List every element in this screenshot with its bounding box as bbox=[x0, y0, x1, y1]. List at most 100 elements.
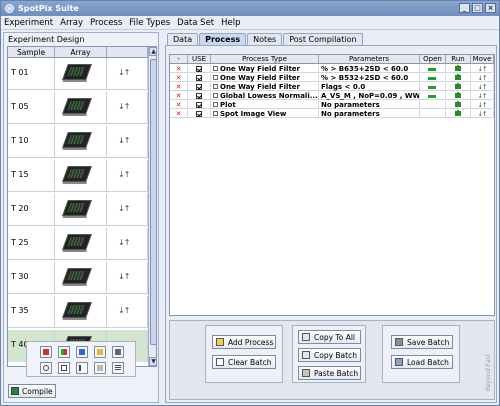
move-cell[interactable]: ↓↑ bbox=[107, 160, 148, 192]
use-checkbox[interactable] bbox=[196, 102, 202, 108]
paste-batch-button[interactable]: Paste Batch bbox=[298, 366, 361, 380]
close-icon[interactable]: × bbox=[485, 3, 496, 13]
scroll-down-icon[interactable]: ▼ bbox=[149, 357, 156, 366]
process-settings-icon[interactable] bbox=[213, 102, 218, 107]
copy-to-all-button[interactable]: Copy To All bbox=[298, 330, 361, 344]
use-checkbox[interactable] bbox=[196, 93, 202, 99]
grid-red-icon[interactable] bbox=[40, 346, 52, 358]
grid-blue-icon[interactable] bbox=[76, 346, 88, 358]
use-checkbox[interactable] bbox=[196, 75, 202, 81]
col-move[interactable] bbox=[107, 47, 148, 58]
process-type-cell[interactable]: Plot bbox=[211, 101, 319, 109]
array-cell[interactable] bbox=[55, 58, 107, 90]
process-row[interactable]: ✕ Global Lowess Normali... A_VS_M , NoP=0.… bbox=[170, 92, 494, 100]
parameters-cell[interactable]: % > B635+2SD < 60.0 bbox=[319, 65, 420, 73]
parameters-cell[interactable]: No parameters bbox=[319, 110, 420, 118]
copy-batch-button[interactable]: Copy Batch bbox=[298, 348, 361, 362]
sample-row[interactable]: T 10 ↓↑ bbox=[8, 126, 148, 158]
move-arrows-icon[interactable]: ↓↑ bbox=[118, 306, 130, 315]
add-process-button[interactable]: Add Process bbox=[212, 335, 276, 349]
move-arrows-icon[interactable]: ↓↑ bbox=[471, 65, 494, 73]
open-icon[interactable] bbox=[428, 95, 436, 98]
move-arrows-icon[interactable]: ↓↑ bbox=[118, 238, 130, 247]
move-arrows-icon[interactable]: ↓↑ bbox=[118, 170, 130, 179]
folder-icon[interactable] bbox=[94, 362, 106, 374]
use-checkbox-cell[interactable] bbox=[188, 83, 211, 91]
move-arrows-icon[interactable]: ↓↑ bbox=[471, 110, 494, 118]
array-chip-icon[interactable] bbox=[62, 200, 92, 216]
list-icon[interactable] bbox=[112, 362, 124, 374]
scroll-up-icon[interactable]: ▲ bbox=[149, 47, 156, 56]
move-cell[interactable]: ↓↑ bbox=[107, 194, 148, 226]
use-checkbox[interactable] bbox=[196, 111, 202, 117]
load-batch-button[interactable]: Load Batch bbox=[391, 355, 453, 369]
run-icon[interactable] bbox=[455, 92, 461, 98]
run-cell[interactable] bbox=[446, 92, 471, 100]
tab-post-compilation[interactable]: Post Compilation bbox=[283, 33, 363, 45]
col-sample[interactable]: Sample bbox=[8, 47, 55, 58]
open-cell[interactable] bbox=[420, 83, 446, 91]
sample-row[interactable]: T 35 ↓↑ bbox=[8, 296, 148, 328]
process-settings-icon[interactable] bbox=[213, 111, 218, 116]
array-cell[interactable] bbox=[55, 92, 107, 124]
move-arrows-icon[interactable]: ↓↑ bbox=[118, 136, 130, 145]
array-cell[interactable] bbox=[55, 228, 107, 260]
array-chip-icon[interactable] bbox=[62, 234, 92, 250]
array-chip-icon[interactable] bbox=[62, 132, 92, 148]
open-cell[interactable] bbox=[420, 110, 446, 118]
menu-experiment[interactable]: Experiment bbox=[4, 18, 53, 28]
move-arrows-icon[interactable]: ↓↑ bbox=[118, 204, 130, 213]
sample-row[interactable]: T 01 ↓↑ bbox=[8, 58, 148, 90]
array-chip-icon[interactable] bbox=[62, 302, 92, 318]
col-move[interactable]: Move bbox=[471, 55, 494, 64]
move-arrows-icon[interactable]: ↓↑ bbox=[471, 83, 494, 91]
parameters-cell[interactable]: No parameters bbox=[319, 101, 420, 109]
delete-icon[interactable]: ✕ bbox=[170, 110, 188, 118]
delete-icon[interactable]: ✕ bbox=[170, 92, 188, 100]
minimize-icon[interactable]: _ bbox=[459, 3, 470, 13]
move-arrows-icon[interactable]: ↓↑ bbox=[471, 92, 494, 100]
move-cell[interactable]: ↓↑ bbox=[107, 58, 148, 90]
open-icon[interactable] bbox=[428, 77, 436, 80]
use-checkbox-cell[interactable] bbox=[188, 101, 211, 109]
move-cell[interactable]: ↓↑ bbox=[107, 126, 148, 158]
grid-green-red-icon[interactable] bbox=[58, 346, 70, 358]
array-chip-icon[interactable] bbox=[62, 98, 92, 114]
process-settings-icon[interactable] bbox=[213, 84, 218, 89]
open-cell[interactable] bbox=[420, 92, 446, 100]
save-array-icon[interactable] bbox=[112, 346, 124, 358]
process-row[interactable]: ✕ One Way Field Filter Flags < 0.0 ↓↑ bbox=[170, 83, 494, 91]
maximize-icon[interactable]: □ bbox=[472, 3, 483, 13]
grid-yellow-icon[interactable] bbox=[94, 346, 106, 358]
export-icon[interactable] bbox=[76, 362, 88, 374]
process-row[interactable]: ✕ One Way Field Filter % > B635+2SD < 60.0… bbox=[170, 65, 494, 73]
grid-scrollbar[interactable]: ▲ ▼ bbox=[148, 47, 156, 366]
sample-row[interactable]: T 15 ↓↑ bbox=[8, 160, 148, 192]
frame-icon[interactable] bbox=[58, 362, 70, 374]
col-open[interactable]: Open bbox=[420, 55, 446, 64]
run-icon[interactable] bbox=[455, 83, 461, 89]
run-cell[interactable] bbox=[446, 65, 471, 73]
sample-row[interactable]: T 25 ↓↑ bbox=[8, 228, 148, 260]
col-run[interactable]: Run bbox=[446, 55, 471, 64]
use-checkbox-cell[interactable] bbox=[188, 65, 211, 73]
move-cell[interactable]: ↓↑ bbox=[107, 296, 148, 328]
use-checkbox-cell[interactable] bbox=[188, 92, 211, 100]
run-cell[interactable] bbox=[446, 74, 471, 82]
move-cell[interactable]: ↓↑ bbox=[107, 262, 148, 294]
array-cell[interactable] bbox=[55, 194, 107, 226]
save-batch-button[interactable]: Save Batch bbox=[391, 335, 453, 349]
delete-icon[interactable]: ✕ bbox=[170, 65, 188, 73]
col-parameters[interactable]: Parameters bbox=[319, 55, 420, 64]
parameters-cell[interactable]: % > B532+2SD < 60.0 bbox=[319, 74, 420, 82]
open-icon[interactable] bbox=[428, 68, 436, 71]
compile-button[interactable]: Compile bbox=[8, 384, 56, 398]
use-checkbox[interactable] bbox=[196, 84, 202, 90]
array-cell[interactable] bbox=[55, 262, 107, 294]
scroll-thumb[interactable] bbox=[150, 59, 156, 345]
delete-icon[interactable]: ✕ bbox=[170, 74, 188, 82]
process-type-cell[interactable]: Spot Image View bbox=[211, 110, 319, 118]
run-icon[interactable] bbox=[455, 74, 461, 80]
process-type-cell[interactable]: Global Lowess Normali... bbox=[211, 92, 319, 100]
sample-row[interactable]: T 05 ↓↑ bbox=[8, 92, 148, 124]
